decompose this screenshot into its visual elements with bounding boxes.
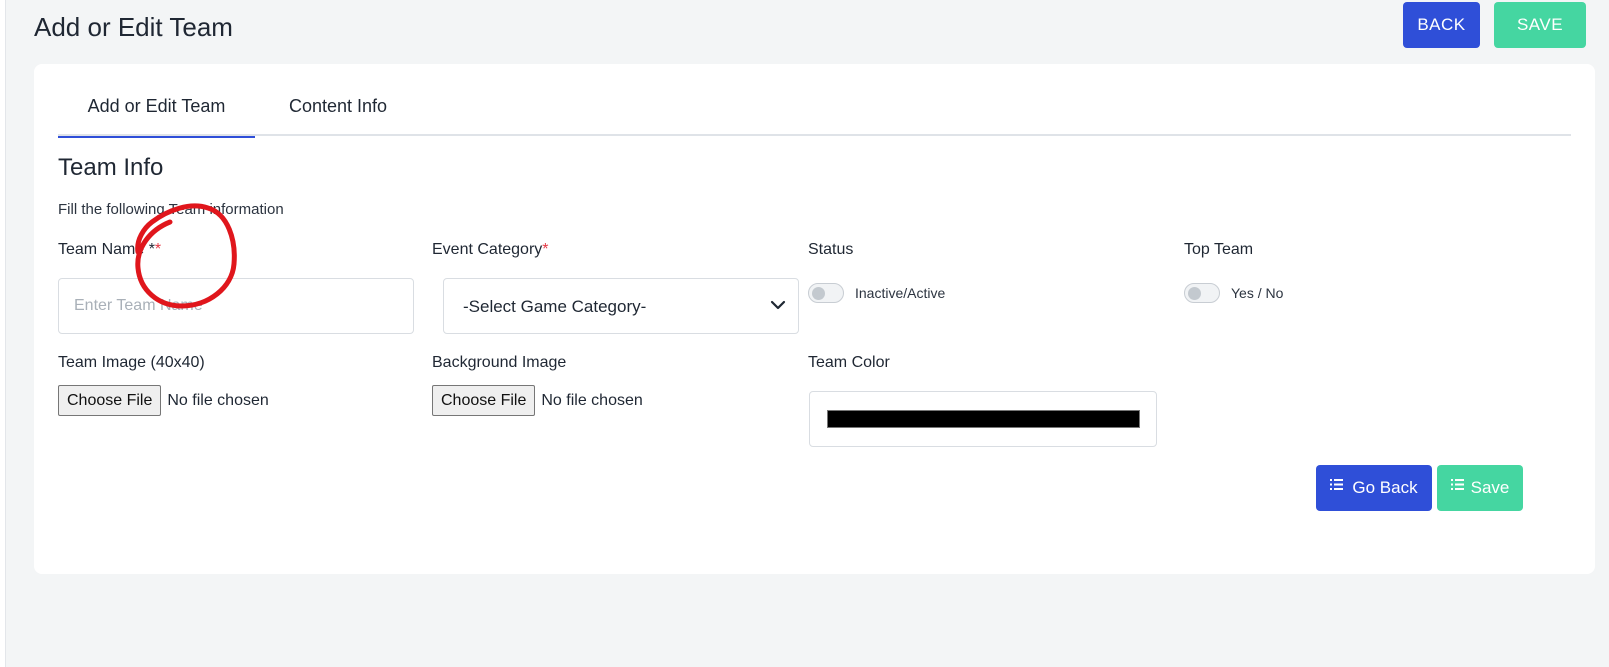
team-name-label: Team Name ** — [58, 241, 162, 258]
background-image-choose-file-button[interactable]: Choose File — [432, 385, 536, 416]
go-back-label: Go Back — [1352, 478, 1418, 497]
list-icon — [1330, 478, 1344, 490]
tab-content-info[interactable]: Content Info — [278, 64, 398, 136]
background-image-file-status: No file chosen — [541, 391, 643, 409]
status-toggle-row: Inactive/Active — [808, 283, 945, 303]
event-category-select[interactable]: -Select Game Category- — [443, 278, 799, 334]
tab-bar: Add or Edit Team Content Info — [58, 64, 1571, 138]
team-image-choose-file-button[interactable]: Choose File — [58, 385, 162, 416]
top-team-toggle-row: Yes / No — [1184, 283, 1283, 303]
event-category-label: Event Category* — [432, 241, 549, 258]
chevron-down-icon — [770, 300, 786, 310]
top-team-toggle[interactable] — [1184, 283, 1220, 303]
team-image-file-input: Choose File No file chosen — [58, 385, 269, 416]
save-button-top[interactable]: SAVE — [1494, 2, 1586, 48]
event-category-selected: -Select Game Category- — [463, 297, 647, 316]
go-back-button[interactable]: Go Back — [1316, 465, 1432, 511]
top-team-label: Top Team — [1184, 241, 1254, 258]
list-icon — [1450, 478, 1464, 490]
status-label: Status — [808, 241, 854, 258]
required-mark: * — [542, 241, 549, 258]
save-label: Save — [1470, 478, 1510, 497]
top-team-toggle-text: Yes / No — [1231, 285, 1284, 301]
team-color-swatch — [827, 410, 1140, 428]
team-image-file-status: No file chosen — [167, 391, 269, 409]
toggle-knob — [812, 287, 825, 300]
back-button[interactable]: BACK — [1403, 2, 1480, 48]
section-subtitle: Fill the following Team information — [58, 201, 284, 218]
background-image-file-input: Choose File No file chosen — [432, 385, 643, 416]
team-name-input[interactable] — [58, 278, 414, 334]
page-title: Add or Edit Team — [34, 12, 233, 42]
required-mark: * — [154, 241, 162, 258]
status-toggle-text: Inactive/Active — [855, 285, 946, 301]
team-color-picker[interactable] — [809, 391, 1157, 447]
save-button[interactable]: Save — [1437, 465, 1523, 511]
left-sidebar-edge — [0, 0, 6, 667]
team-image-label: Team Image (40x40) — [58, 354, 205, 371]
section-title: Team Info — [58, 154, 164, 181]
tab-add-edit-team[interactable]: Add or Edit Team — [58, 64, 255, 138]
background-image-label: Background Image — [432, 354, 567, 371]
status-toggle[interactable] — [808, 283, 844, 303]
toggle-knob — [1188, 287, 1201, 300]
team-color-label: Team Color — [808, 354, 890, 371]
